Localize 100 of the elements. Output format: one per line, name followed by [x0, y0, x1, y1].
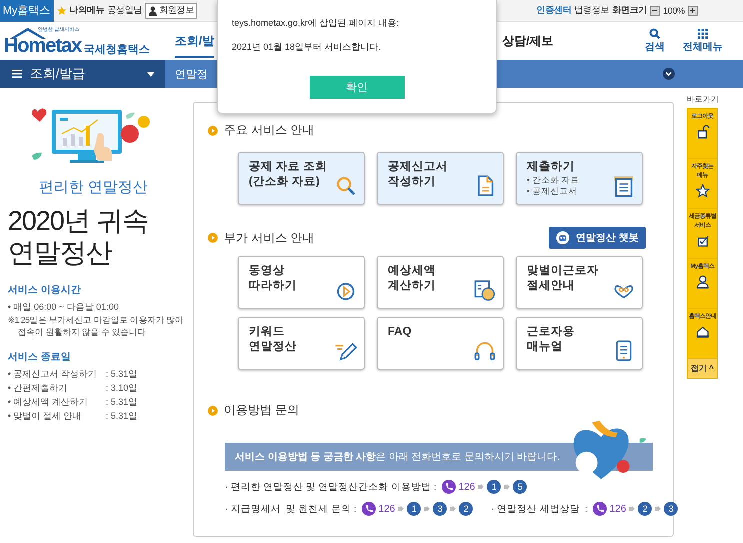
end-date: : 5.31일 [106, 410, 138, 423]
caret-icon [147, 72, 155, 76]
menu-icon [12, 69, 22, 79]
menu-step-number: 3 [664, 502, 678, 516]
service-card[interactable]: 맞벌이근로자 절세안내 [516, 256, 643, 309]
zoom-level: 100% [663, 6, 685, 16]
section-heading: 서비스 종료일 [8, 351, 72, 364]
card-subitem: • 간소화 자료 [527, 175, 580, 186]
nav-tab[interactable]: 상담/제보 [502, 24, 554, 58]
service-card[interactable]: 키워드 연말정산 [238, 317, 365, 370]
card-title: 공제신고서 작성하기 [388, 160, 448, 190]
house-icon [696, 325, 710, 339]
arrow-icon [655, 506, 662, 512]
service-card[interactable]: 근로자용 매뉴얼 [516, 317, 643, 370]
inquiry-label: · 편리한 연말정산 및 연말정산간소화 이용방법 : [225, 480, 437, 494]
end-date: : 3.10일 [106, 382, 138, 395]
robot-icon [556, 231, 570, 245]
service-card[interactable]: 예상세액 계산하기 [377, 256, 504, 309]
screen-size-label: 화면크기 [612, 4, 648, 17]
card-title: 공제 자료 조회 (간소화 자료) [249, 160, 328, 190]
star-icon [56, 6, 67, 16]
phone-number: 126 [610, 504, 626, 514]
phone-icon [442, 480, 456, 494]
menu-step-number: 1 [407, 502, 422, 516]
arrow-icon [504, 484, 510, 490]
chatbot-button[interactable]: 연말정산 챗봇 [549, 227, 646, 249]
end-date: : 5.31일 [106, 396, 138, 409]
card-title: 키워드 연말정산 [249, 325, 297, 355]
grid-icon [697, 28, 709, 40]
play-bullet-icon [208, 406, 218, 416]
check-icon [696, 234, 710, 248]
notice-text: ※1.25일은 부가세신고 마감일로 이용자가 많아 접속이 원활하지 않을 수 있습니다 [8, 314, 185, 338]
section-title: 이용방법 문의 [224, 402, 300, 419]
menu-step-number: 5 [513, 480, 528, 494]
search-button[interactable]: 검색 [645, 28, 665, 54]
logo-name: 국세청홈택스 [84, 43, 150, 57]
promo-subtitle: 편리한 연말정산 [38, 178, 150, 197]
service-hours-text: • 매일 06:00 ~ 다음날 01:00 [8, 301, 120, 314]
arrow-icon [629, 506, 636, 512]
card-title: 예상세액 계산하기 [388, 264, 436, 294]
arrow-icon [398, 506, 404, 512]
card-title: FAQ [388, 325, 412, 340]
service-card[interactable]: 공제 자료 조회 (간소화 자료) [238, 152, 365, 205]
service-name: • 공제신고서 작성하기 [8, 368, 98, 381]
card-subitem: • 공제신고서 [527, 186, 578, 197]
star-icon [696, 184, 710, 198]
quick-menu-title: 바로가기 [687, 94, 718, 105]
all-menu-button[interactable]: 전체메뉴 [683, 28, 723, 54]
search-icon [649, 28, 661, 40]
user-name: 공성일님 [107, 4, 142, 17]
menu-dropdown[interactable]: 조회/발급 [0, 60, 165, 88]
arrow-icon [478, 484, 484, 490]
fold-button[interactable]: 접기 ^ [688, 359, 717, 378]
cert-center-link[interactable]: 인증센터 [536, 4, 572, 17]
person-icon [148, 6, 158, 16]
dialog-title: teys.hometax.go.kr에 삽입된 페이지 내용: [232, 17, 400, 30]
card-title: 맞벌이근로자 절세안내 [527, 264, 599, 294]
phone-number: 126 [378, 504, 396, 514]
end-date: : 5.31일 [106, 368, 138, 381]
tray-icon [612, 174, 636, 198]
dialog-message: 2021년 01월 18일부터 서비스합니다. [232, 41, 382, 54]
my-menu-link[interactable]: 나의메뉴 [70, 4, 104, 17]
play-bullet-icon [208, 233, 218, 243]
nav-tab[interactable]: 조회/발 [175, 24, 214, 58]
section-title: 부가 서비스 안내 [224, 230, 315, 246]
menu-step-number: 3 [433, 502, 448, 516]
calculator-icon [473, 278, 497, 302]
menu-step-number: 1 [487, 480, 502, 494]
member-info-button[interactable]: 회원정보 [145, 2, 198, 18]
service-card[interactable]: FAQ [377, 317, 504, 370]
service-name: • 간편제출하기 [8, 382, 69, 395]
my-hometax-link[interactable]: My홈택스 [0, 0, 54, 22]
phone-number: 126 [458, 482, 476, 492]
card-title: 제출하기 [527, 160, 576, 175]
arrow-icon [450, 506, 456, 512]
banner-text: 서비스 이용방법 등 궁금한 사항은 아래 전화번호로 문의하시기 바랍니다. [235, 451, 560, 464]
lock-icon [696, 125, 710, 139]
service-card[interactable]: 동영상 따라하기 [238, 256, 365, 309]
service-name: • 맞벌이 절세 안내 [8, 410, 83, 423]
phone-icon [362, 502, 376, 516]
section-title: 주요 서비스 안내 [224, 122, 315, 139]
arrow-icon [424, 506, 430, 512]
inquiry-label: · 연말정산 세법상담 : [491, 502, 588, 516]
zoom-out-icon[interactable] [650, 6, 660, 16]
service-card[interactable]: 공제신고서 작성하기 [377, 152, 504, 205]
person-icon [696, 275, 710, 289]
law-info-link[interactable]: 법령정보 [574, 4, 610, 17]
search-icon [334, 174, 358, 198]
logo-brand: Hometax [4, 35, 82, 58]
service-name: • 예상세액 계산하기 [8, 396, 90, 409]
chevron-down-icon[interactable] [663, 68, 675, 80]
service-card[interactable]: 제출하기 • 간소화 자료 • 공제신고서 [516, 152, 643, 205]
menu-step-number: 2 [638, 502, 652, 516]
card-title: 근로자용 매뉴얼 [527, 325, 575, 355]
zoom-in-icon[interactable] [688, 6, 698, 16]
menu-step-number: 2 [459, 502, 474, 516]
phone-icon [592, 502, 607, 516]
section-heading: 서비스 이용시간 [8, 284, 82, 297]
inquiry-label: · 지급명세서 및 원천세 문의 : [225, 502, 357, 516]
card-title: 동영상 따라하기 [249, 264, 297, 294]
